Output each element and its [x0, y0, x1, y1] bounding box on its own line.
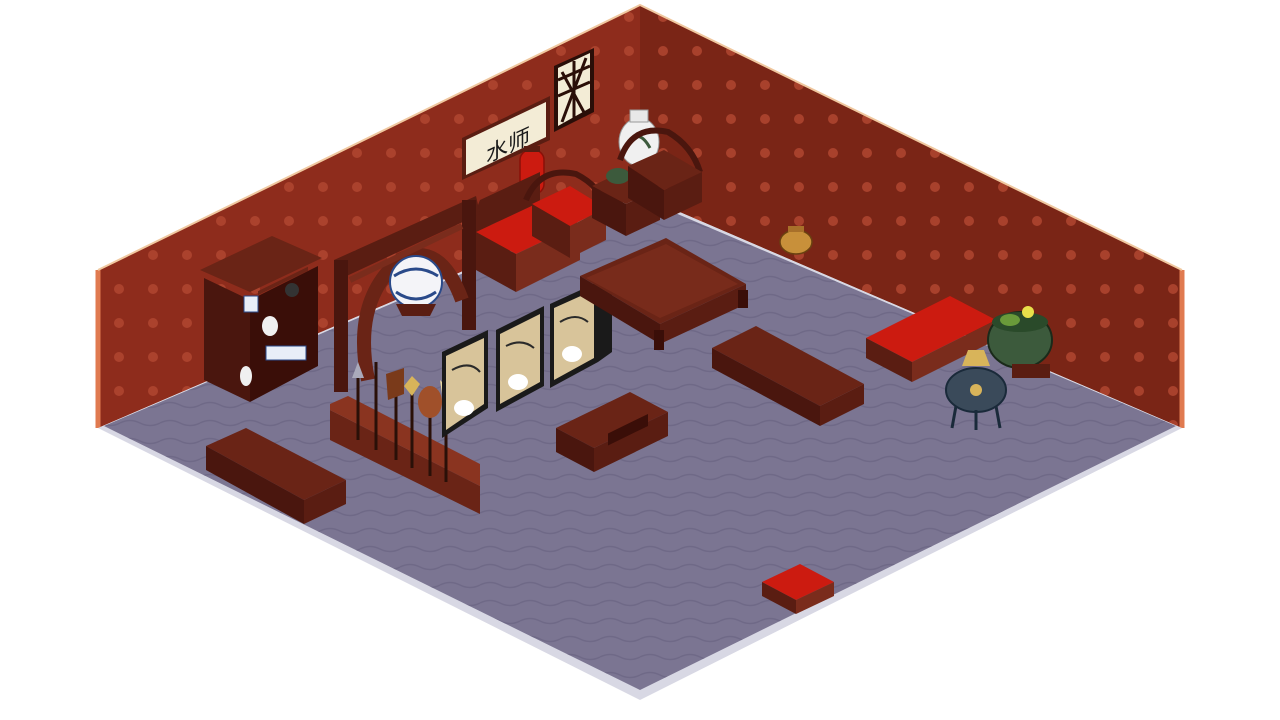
crane-icon: [508, 374, 528, 390]
lotus-flower-icon: [1022, 306, 1034, 318]
book-stack-icon: [243, 295, 259, 313]
porcelain-jar-icon: [262, 316, 278, 336]
axe-head-icon: [418, 386, 442, 418]
crane-icon: [454, 400, 474, 416]
book-stack-icon: [265, 345, 307, 361]
blue-white-urn[interactable]: [389, 255, 443, 316]
crane-icon: [562, 346, 582, 362]
lotus-leaf-icon: [1000, 314, 1020, 326]
teapot-icon[interactable]: [606, 168, 630, 184]
porcelain-jar-icon: [240, 366, 252, 386]
isometric-room-scene: 水师: [95, 3, 1185, 700]
tea-canister-icon: [285, 283, 299, 297]
